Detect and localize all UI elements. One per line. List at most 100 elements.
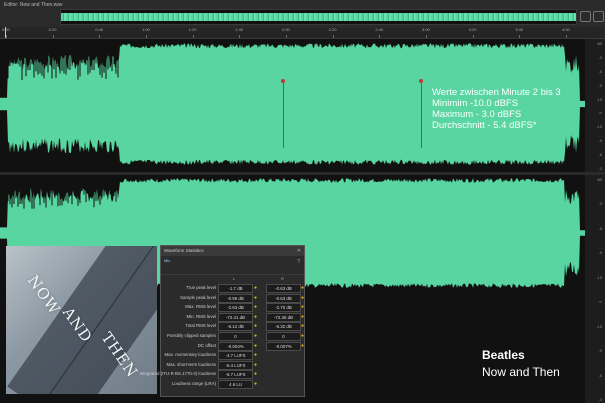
stats-row: Min. RMS level -72.41 dB ● -72.36 dB ● (161, 312, 304, 322)
panel-title: Waveform Statistics (164, 248, 204, 253)
annotation-line-1: Werte zwischen Minute 2 bis 3 (432, 87, 561, 98)
indicator-icon[interactable]: ● (301, 295, 304, 301)
ruler-tick-mark (566, 35, 567, 38)
marker-handle-minute-2[interactable] (281, 79, 285, 83)
ruler-tick-mark (519, 35, 521, 38)
ruler-tick-label: 1:20 (188, 27, 197, 32)
level-label: -9 (598, 250, 602, 256)
level-label: -3 (598, 166, 602, 171)
column-header: L R (161, 275, 304, 283)
level-label: -15 (596, 323, 602, 329)
ruler-tick-label: 1:00 (142, 27, 150, 32)
channel-selector[interactable]: Mix (164, 258, 170, 263)
indicator-icon[interactable]: ● (301, 343, 304, 349)
indicator-icon[interactable]: ● (254, 381, 257, 387)
ruler-tick-label: 2:40 (375, 27, 384, 32)
stats-row-label: Loudness range (LRA) (171, 380, 216, 386)
ruler-tick-mark (426, 35, 427, 38)
indicator-icon[interactable]: ● (254, 333, 257, 339)
annotation-line-2: Minimim -10.0 dBFS (432, 98, 519, 109)
indicator-icon[interactable]: ● (254, 304, 257, 310)
indicator-icon[interactable]: ● (254, 323, 257, 329)
stats-rows: True peak level -1.7 dB ● -0.63 dB ● Sample p… (140, 283, 304, 389)
ruler-tick-label: 0:40 (95, 27, 104, 32)
stats-row-label: DC offset (197, 342, 216, 348)
ruler-tick-label: 3:00 (422, 27, 430, 32)
level-label: -9 (598, 348, 602, 354)
stats-row: Integrated (ITU-R BS.1770-3) loudness -6.… (140, 369, 304, 380)
ruler-tick-label: 4:00 (562, 27, 570, 32)
cover-word-now: NOW (23, 271, 64, 319)
level-label: -6 (598, 372, 602, 378)
stats-value-left: 4.6 LU (218, 379, 253, 389)
stats-row-label: Possibly clipped samples (166, 332, 216, 338)
level-label: -15 (596, 96, 602, 102)
level-label: -9 (598, 82, 602, 88)
indicator-icon[interactable]: ● (301, 323, 304, 329)
loudness-annotation: Werte zwischen Minute 2 bis 3 Minimim -1… (432, 87, 561, 131)
indicator-icon[interactable]: ● (254, 371, 257, 377)
level-scale-bottom: dB -3 -6 -9 -15 -∞ -15 -9 -6 -3 (585, 175, 605, 403)
indicator-icon[interactable]: ● (301, 304, 304, 310)
ruler-tick-mark (286, 35, 287, 38)
zoom-in-icon[interactable] (580, 11, 591, 22)
stats-row-label: Min. RMS level (186, 313, 216, 319)
help-icon[interactable]: ? (297, 259, 300, 265)
indicator-icon[interactable]: ● (254, 295, 257, 301)
ruler-tick-mark (472, 35, 474, 38)
level-label: -∞ (597, 299, 602, 305)
stats-row-label: True peak level (186, 285, 216, 290)
stats-row: Possibly clipped samples 0 ● 0 ● (161, 331, 304, 341)
annotation-line-4: Durchschnitt - 5.4 dBFS* (432, 120, 537, 131)
ruler-tick-mark (99, 35, 101, 38)
indicator-icon[interactable]: ● (254, 352, 257, 358)
ruler-tick-label: 0:20 (48, 27, 57, 32)
level-label: dB (597, 177, 602, 182)
zoom-out-icon[interactable] (593, 11, 604, 22)
level-scale-top: dB -3 -6 -9 -15 -∞ -15 -9 -6 -3 (585, 39, 605, 172)
level-label: -6 (598, 225, 602, 231)
stats-row: Total RMS level -6.12 dB ● -6.32 dB ● (161, 321, 304, 332)
song-caption: Beatles Now and Then (482, 348, 560, 379)
indicator-icon[interactable]: ● (254, 285, 257, 291)
indicator-icon[interactable]: ● (301, 314, 304, 320)
indicator-icon[interactable]: ● (254, 343, 257, 349)
panel-subheader: Mix ? (161, 256, 304, 275)
level-label: dB (597, 41, 602, 46)
marker-line-minute-3[interactable] (421, 82, 422, 148)
ruler-tick-mark (332, 35, 334, 38)
stats-row: Sample peak level -0.96 dB ● -0.63 dB ● (161, 293, 304, 303)
stats-row-label: Max. short-term loudness (166, 361, 216, 367)
indicator-icon[interactable]: ● (254, 362, 257, 368)
level-label: -6 (598, 152, 602, 158)
playhead[interactable] (5, 27, 6, 38)
indicator-icon[interactable]: ● (301, 333, 304, 339)
ruler-tick-mark (6, 35, 7, 38)
stats-row-label: Max. momentary loudness (164, 352, 217, 358)
column-left-label: L (233, 276, 236, 281)
stats-row: True peak level -1.7 dB ● -0.63 dB ● (161, 283, 304, 293)
ruler-tick-label: 1:40 (235, 27, 244, 32)
overview-waveform[interactable] (60, 9, 577, 25)
stats-row-label: Integrated (ITU-R BS.1770-3) loudness (139, 371, 216, 377)
time-ruler[interactable]: 0:000:200:401:001:201:402:002:202:403:00… (0, 27, 605, 39)
annotation-line-3: Maximum - 3.0 dBFS (432, 109, 522, 120)
level-label: -3 (598, 397, 602, 402)
level-label: -6 (598, 68, 602, 74)
column-right-label: R (281, 276, 284, 281)
song-title: Now and Then (482, 365, 560, 379)
close-icon[interactable]: ✕ (297, 246, 301, 256)
ruler-tick-mark (192, 35, 194, 38)
ruler-tick-mark (379, 35, 381, 38)
stats-row: Max. momentary loudness -4.7 LUFS ● (161, 350, 304, 361)
marker-line-minute-2[interactable] (283, 82, 284, 148)
stats-row: DC offset -0.004% ● -0.007% ● (161, 341, 304, 351)
indicator-icon[interactable]: ● (254, 314, 257, 320)
indicator-icon[interactable]: ● (301, 285, 304, 291)
ruler-tick-label: 2:00 (282, 27, 290, 32)
marker-handle-minute-3[interactable] (419, 79, 423, 83)
stats-row-label: Max. RMS level (185, 304, 216, 310)
title-bar: Editor: Now and Then.wav (0, 0, 605, 28)
album-cover: NOW AND THEN (6, 246, 157, 394)
level-label: -3 (598, 201, 602, 207)
